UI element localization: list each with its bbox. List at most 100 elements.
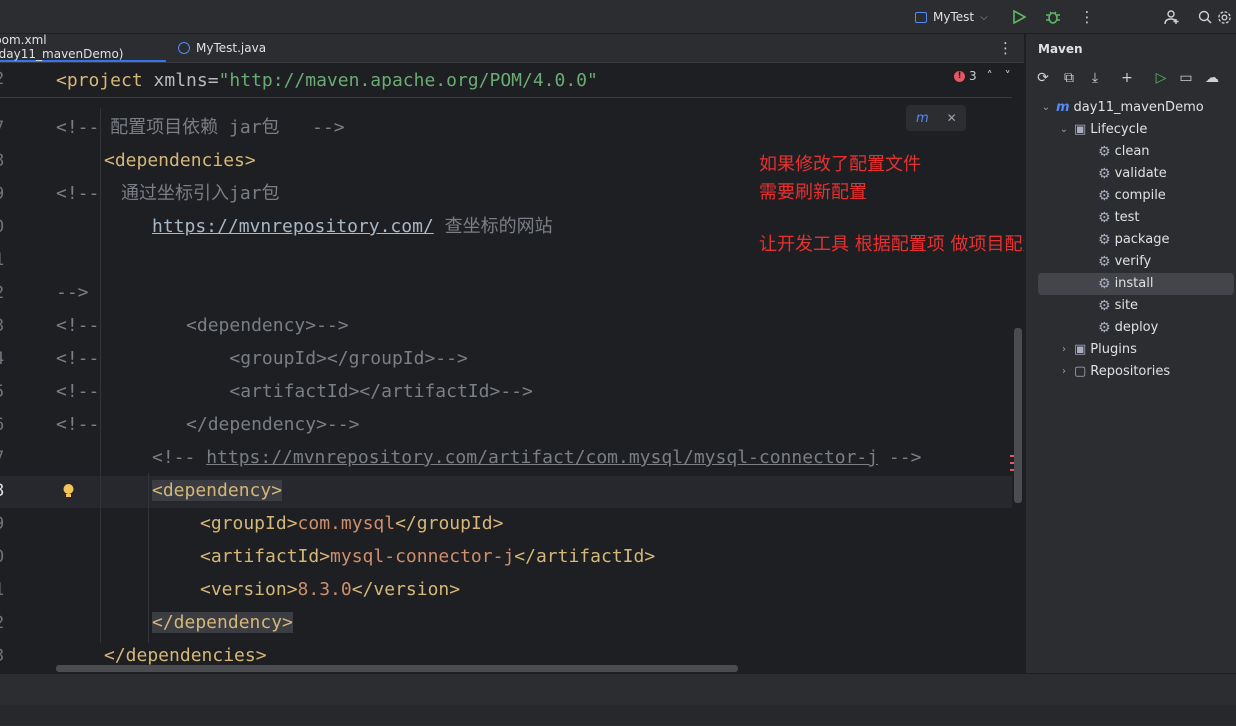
maven-reload-icon[interactable]: m bbox=[916, 111, 929, 126]
line-number-gutter: 2 7 8 9 0 1 2 3 4 5 6 7 8 9 0 1 2 3 bbox=[0, 63, 52, 673]
line-number: 2 bbox=[0, 283, 8, 303]
tree-item-test[interactable]: ⚙ test bbox=[1098, 207, 1140, 229]
tree-item-verify[interactable]: ⚙ verify bbox=[1098, 251, 1151, 273]
code-line: <!-- 通过坐标引入jar包 bbox=[56, 183, 280, 204]
folder-gear-icon: ▣ bbox=[1074, 122, 1087, 137]
gear-icon: ⚙ bbox=[1098, 276, 1111, 292]
line-number: 9 bbox=[0, 184, 8, 204]
code-line: --> bbox=[56, 282, 89, 303]
code-line: </dependency> bbox=[152, 612, 293, 633]
tab-pom-xml[interactable]: pom.xml (day11_mavenDemo) bbox=[0, 33, 166, 62]
line-number: 8 bbox=[0, 481, 8, 501]
goal-label: validate bbox=[1114, 166, 1167, 181]
line-number: 1 bbox=[0, 250, 8, 270]
tab-more-icon[interactable]: ⋮ bbox=[998, 39, 1013, 57]
main-toolbar: MyTest ⌵ ⋮ bbox=[0, 0, 1236, 34]
code-line: <!-- <groupId></groupId>--> bbox=[56, 348, 468, 369]
code-line: <!-- <artifactId></artifactId>--> bbox=[56, 381, 533, 402]
code-line: <!-- <dependency>--> bbox=[56, 315, 349, 336]
line-number: 0 bbox=[0, 547, 8, 567]
tree-item-deploy[interactable]: ⚙ deploy bbox=[1098, 317, 1158, 339]
search-icon[interactable] bbox=[1195, 7, 1215, 27]
tree-item-site[interactable]: ⚙ site bbox=[1098, 295, 1138, 317]
execute-goal-icon[interactable]: ▭ bbox=[1177, 69, 1195, 87]
line-number: 4 bbox=[0, 349, 8, 369]
chevron-right-icon[interactable]: › bbox=[1058, 361, 1070, 383]
gear-icon: ⚙ bbox=[1098, 298, 1111, 314]
gear-icon[interactable] bbox=[1214, 7, 1234, 27]
annotation-text: 让开发工具 根据配置项 做项目配置 bbox=[759, 234, 1024, 255]
code-editor[interactable]: 2 7 8 9 0 1 2 3 4 5 6 7 8 9 0 1 2 3 <pro… bbox=[0, 63, 1024, 673]
plugins-label: Plugins bbox=[1090, 342, 1137, 357]
download-icon[interactable]: ⤓ bbox=[1086, 69, 1104, 87]
bug-icon[interactable] bbox=[1043, 7, 1063, 27]
gear-icon: ⚙ bbox=[1098, 144, 1111, 160]
editor-tab-bar: pom.xml (day11_mavenDemo) MyTest.java ⋮ bbox=[0, 33, 1024, 63]
error-indicator[interactable]: ! 3 ˄ ˅ bbox=[954, 69, 1011, 83]
line-number: 2 bbox=[0, 613, 8, 633]
add-user-icon[interactable] bbox=[1162, 7, 1182, 27]
close-icon[interactable]: ✕ bbox=[947, 111, 957, 125]
lifecycle-label: Lifecycle bbox=[1090, 122, 1148, 137]
chevron-down-icon[interactable]: ⌄ bbox=[1058, 119, 1070, 141]
tab-label: pom.xml (day11_mavenDemo) bbox=[0, 33, 124, 61]
tree-item-compile[interactable]: ⚙ compile bbox=[1098, 185, 1166, 207]
gear-icon: ⚙ bbox=[1098, 210, 1111, 226]
chevron-down-icon[interactable]: ⌄ bbox=[1040, 97, 1052, 119]
tree-plugins-node[interactable]: › ▣ Plugins bbox=[1058, 339, 1137, 361]
line-number: 0 bbox=[0, 217, 8, 237]
reload-icon[interactable]: ⟳ bbox=[1034, 69, 1052, 87]
tab-label: MyTest.java bbox=[196, 41, 267, 55]
error-icon: ! bbox=[954, 70, 965, 82]
tree-item-validate[interactable]: ⚙ validate bbox=[1098, 163, 1167, 185]
tree-item-install[interactable]: ⚙ install bbox=[1098, 273, 1153, 295]
maven-tool-window: Maven ⟳ ⧉ ⤓ + ▷ ▭ ☁ ⌄ m day11_mavenDemo … bbox=[1025, 34, 1236, 673]
repositories-label: Repositories bbox=[1090, 364, 1171, 379]
status-bar bbox=[0, 705, 1236, 725]
chevron-down-icon[interactable]: ˅ bbox=[1005, 69, 1011, 83]
tab-mytest-java[interactable]: MyTest.java bbox=[178, 34, 288, 62]
chevron-up-icon[interactable]: ˄ bbox=[987, 69, 993, 83]
code-line: <!-- 配置项目依赖 jar包 --> bbox=[56, 117, 345, 138]
tree-project-node[interactable]: ⌄ m day11_mavenDemo bbox=[1040, 97, 1204, 119]
tree-repositories-node[interactable]: › ▢ Repositories bbox=[1058, 361, 1170, 383]
more-vertical-icon[interactable]: ⋮ bbox=[1077, 7, 1097, 27]
vertical-scrollbar[interactable] bbox=[1014, 328, 1022, 503]
goal-label: verify bbox=[1114, 254, 1152, 269]
chevron-right-icon[interactable]: › bbox=[1058, 339, 1070, 361]
line-number: 8 bbox=[0, 151, 8, 171]
code-line: <artifactId>mysql-connector-j</artifactI… bbox=[200, 546, 656, 567]
maven-reload-popup: m ✕ bbox=[906, 105, 966, 131]
goal-label: package bbox=[1114, 232, 1170, 247]
run-config-selector[interactable]: MyTest ⌵ bbox=[915, 8, 988, 26]
gear-icon: ⚙ bbox=[1098, 232, 1111, 248]
offline-icon[interactable]: ☁ bbox=[1203, 69, 1221, 87]
tree-lifecycle-node[interactable]: ⌄ ▣ Lifecycle bbox=[1058, 119, 1148, 141]
generate-sources-icon[interactable]: ⧉ bbox=[1060, 69, 1078, 87]
line-number: 3 bbox=[0, 316, 8, 336]
gear-icon: ⚙ bbox=[1098, 188, 1111, 204]
goal-label: deploy bbox=[1114, 320, 1159, 335]
run-icon[interactable]: ▷ bbox=[1152, 69, 1170, 87]
horizontal-scrollbar[interactable] bbox=[56, 665, 738, 672]
maven-project-icon: m bbox=[1056, 100, 1070, 115]
goal-label: clean bbox=[1114, 144, 1150, 159]
code-line: <!-- </dependency>--> bbox=[56, 414, 360, 435]
folder-icon: ▢ bbox=[1074, 364, 1087, 379]
line-number: 2 bbox=[0, 69, 8, 89]
play-icon[interactable] bbox=[1009, 7, 1029, 27]
chevron-down-icon: ⌵ bbox=[980, 11, 988, 23]
tree-item-clean[interactable]: ⚙ clean bbox=[1098, 141, 1150, 163]
annotation-text: 如果修改了配置文件 bbox=[759, 154, 921, 175]
add-icon[interactable]: + bbox=[1118, 69, 1136, 87]
gear-icon: ⚙ bbox=[1098, 254, 1111, 270]
code-line: <version>8.3.0</version> bbox=[200, 579, 461, 600]
goal-label: install bbox=[1114, 276, 1154, 291]
tree-item-package[interactable]: ⚙ package bbox=[1098, 229, 1169, 251]
goal-label: compile bbox=[1114, 188, 1166, 203]
code-line: <!-- https://mvnrepository.com/artifact/… bbox=[152, 447, 922, 468]
code-line: <dependencies> bbox=[104, 150, 256, 171]
goal-label: site bbox=[1114, 298, 1139, 313]
goal-label: test bbox=[1114, 210, 1140, 225]
gear-icon: ⚙ bbox=[1098, 166, 1111, 182]
